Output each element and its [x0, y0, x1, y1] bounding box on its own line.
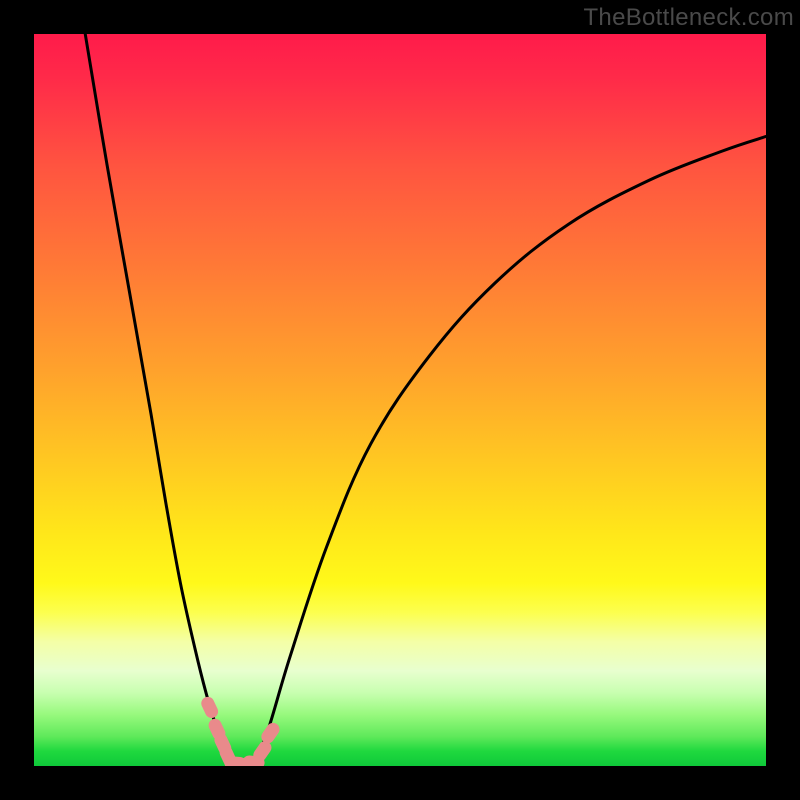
marker-point [199, 695, 220, 720]
plot-area [34, 34, 766, 766]
marker-point [242, 755, 265, 766]
marker-point [217, 744, 238, 766]
chart-markers [199, 695, 282, 766]
marker-point [233, 757, 256, 766]
marker-point [212, 731, 233, 756]
marker-point [224, 756, 247, 766]
marker-point [206, 717, 227, 742]
chart-stage: TheBottleneck.com [0, 0, 800, 800]
series-right-curve [254, 136, 766, 766]
attribution-label: TheBottleneck.com [583, 4, 794, 32]
series-left-curve [85, 34, 231, 766]
chart-curves [85, 34, 766, 766]
chart-svg [34, 34, 766, 766]
marker-point [251, 739, 274, 764]
marker-point [259, 720, 282, 745]
